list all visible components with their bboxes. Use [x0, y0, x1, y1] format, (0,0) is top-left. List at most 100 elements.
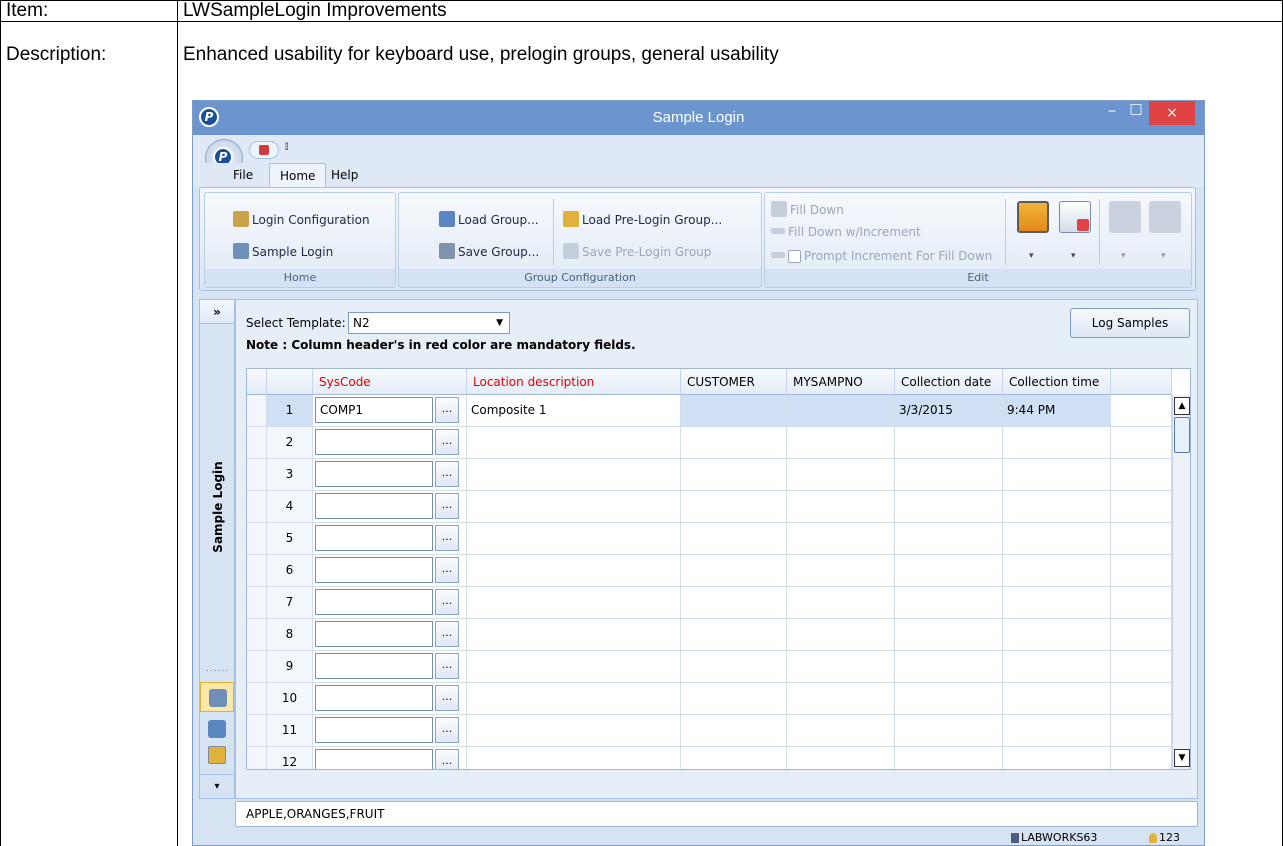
column-header-collection-time[interactable]: Collection time	[1003, 369, 1111, 395]
scroll-thumb[interactable]	[1174, 417, 1190, 453]
location-cell[interactable]	[467, 427, 681, 459]
login-configuration-button[interactable]: Login Configuration	[233, 211, 370, 227]
syscode-lookup-button[interactable]: ...	[435, 653, 459, 679]
date-cell[interactable]: 3/3/2015	[895, 395, 1003, 427]
mysampno-cell[interactable]	[787, 459, 895, 491]
time-cell[interactable]	[1003, 651, 1111, 683]
syscode-input[interactable]	[315, 493, 433, 519]
customer-cell[interactable]	[681, 715, 787, 747]
time-cell[interactable]	[1003, 587, 1111, 619]
column-header-syscode[interactable]: SysCode	[313, 369, 467, 395]
syscode-lookup-button[interactable]: ...	[435, 621, 459, 647]
syscode-lookup-button[interactable]: ...	[435, 429, 459, 455]
mysampno-cell[interactable]	[787, 683, 895, 715]
column-header-customer[interactable]: CUSTOMER	[681, 369, 787, 395]
save-prelogin-group-button[interactable]: Save Pre-Login Group	[563, 243, 711, 259]
time-cell[interactable]	[1003, 427, 1111, 459]
customer-cell[interactable]	[681, 427, 787, 459]
syscode-input[interactable]	[315, 653, 433, 679]
date-cell[interactable]	[895, 715, 1003, 747]
load-prelogin-group-button[interactable]: Load Pre-Login Group...	[563, 211, 722, 227]
mysampno-cell[interactable]	[787, 619, 895, 651]
sidebar-more-button[interactable]: ▾	[200, 774, 234, 798]
sidebar-sample-login-icon[interactable]	[200, 682, 234, 712]
sidebar-grip[interactable]: ......	[206, 664, 229, 674]
tubes-dropdown-icon[interactable]: ▾	[1161, 251, 1166, 261]
syscode-input[interactable]	[315, 621, 433, 647]
location-cell[interactable]	[467, 459, 681, 491]
date-cell[interactable]	[895, 555, 1003, 587]
syscode-lookup-button[interactable]: ...	[435, 589, 459, 615]
time-cell[interactable]	[1003, 523, 1111, 555]
mysampno-cell[interactable]	[787, 427, 895, 459]
column-header-location-description[interactable]: Location description	[467, 369, 681, 395]
date-cell[interactable]	[895, 491, 1003, 523]
syscode-input[interactable]: COMP1	[315, 397, 433, 423]
grid-vertical-scrollbar[interactable]: ▲ ▼	[1172, 395, 1190, 769]
template-select[interactable]: N2 ▼	[348, 312, 510, 334]
mysampno-cell[interactable]	[787, 587, 895, 619]
customer-cell[interactable]	[681, 587, 787, 619]
customer-cell[interactable]	[681, 683, 787, 715]
mysampno-cell[interactable]	[787, 491, 895, 523]
save-group-button[interactable]: Save Group...	[439, 243, 539, 259]
location-cell[interactable]	[467, 747, 681, 769]
syscode-input[interactable]	[315, 717, 433, 743]
clipboard-icon[interactable]	[1017, 201, 1049, 233]
close-button[interactable]: ×	[1149, 101, 1195, 125]
time-cell[interactable]	[1003, 619, 1111, 651]
location-cell[interactable]	[467, 555, 681, 587]
syscode-input[interactable]	[315, 525, 433, 551]
date-cell[interactable]	[895, 683, 1003, 715]
maximize-button[interactable]: □	[1125, 101, 1147, 117]
syscode-input[interactable]	[315, 749, 433, 769]
sample-login-button[interactable]: Sample Login	[233, 243, 333, 259]
mysampno-cell[interactable]	[787, 523, 895, 555]
fill-down-button[interactable]: Fill Down	[771, 201, 844, 217]
customer-cell[interactable]	[681, 491, 787, 523]
mysampno-cell[interactable]	[787, 395, 895, 427]
fill-down-increment-button[interactable]: Fill Down w/Increment	[771, 225, 921, 239]
tab-home[interactable]: Home	[269, 163, 327, 187]
time-cell[interactable]	[1003, 683, 1111, 715]
tab-file[interactable]: File	[223, 163, 263, 187]
syscode-lookup-button[interactable]: ...	[435, 525, 459, 551]
customer-cell[interactable]	[681, 523, 787, 555]
prompt-increment-checkbox[interactable]: Prompt Increment For Fill Down	[771, 249, 992, 263]
minimize-button[interactable]: ‒	[1101, 103, 1123, 119]
load-group-button[interactable]: Load Group...	[439, 211, 539, 227]
time-cell[interactable]	[1003, 459, 1111, 491]
location-cell[interactable]	[467, 587, 681, 619]
mysampno-cell[interactable]	[787, 747, 895, 769]
location-cell[interactable]	[467, 651, 681, 683]
syscode-lookup-button[interactable]: ...	[435, 717, 459, 743]
syscode-input[interactable]	[315, 557, 433, 583]
tubes-disabled-icon[interactable]	[1149, 201, 1181, 233]
qat-exit-icon[interactable]	[249, 141, 279, 159]
mysampno-cell[interactable]	[787, 651, 895, 683]
syscode-lookup-button[interactable]: ...	[435, 397, 459, 423]
syscode-lookup-button[interactable]: ...	[435, 461, 459, 487]
column-header-mysampno[interactable]: MYSAMPNO	[787, 369, 895, 395]
scroll-up-button[interactable]: ▲	[1174, 397, 1190, 415]
sidebar-folder-icon[interactable]	[208, 720, 226, 738]
location-cell[interactable]	[467, 491, 681, 523]
date-cell[interactable]	[895, 459, 1003, 491]
customer-cell[interactable]	[681, 555, 787, 587]
delete-dropdown-icon[interactable]: ▾	[1071, 251, 1076, 261]
location-cell[interactable]	[467, 683, 681, 715]
location-cell[interactable]	[467, 619, 681, 651]
time-cell[interactable]	[1003, 555, 1111, 587]
log-samples-button[interactable]: Log Samples	[1070, 308, 1190, 338]
time-cell[interactable]	[1003, 747, 1111, 769]
syscode-input[interactable]	[315, 429, 433, 455]
location-cell[interactable]	[467, 523, 681, 555]
samples-dropdown-icon[interactable]: ▾	[1121, 251, 1126, 261]
time-cell[interactable]	[1003, 491, 1111, 523]
location-cell[interactable]	[467, 715, 681, 747]
samples-disabled-icon[interactable]	[1109, 201, 1141, 233]
mysampno-cell[interactable]	[787, 555, 895, 587]
date-cell[interactable]	[895, 523, 1003, 555]
syscode-input[interactable]	[315, 461, 433, 487]
syscode-lookup-button[interactable]: ...	[435, 493, 459, 519]
